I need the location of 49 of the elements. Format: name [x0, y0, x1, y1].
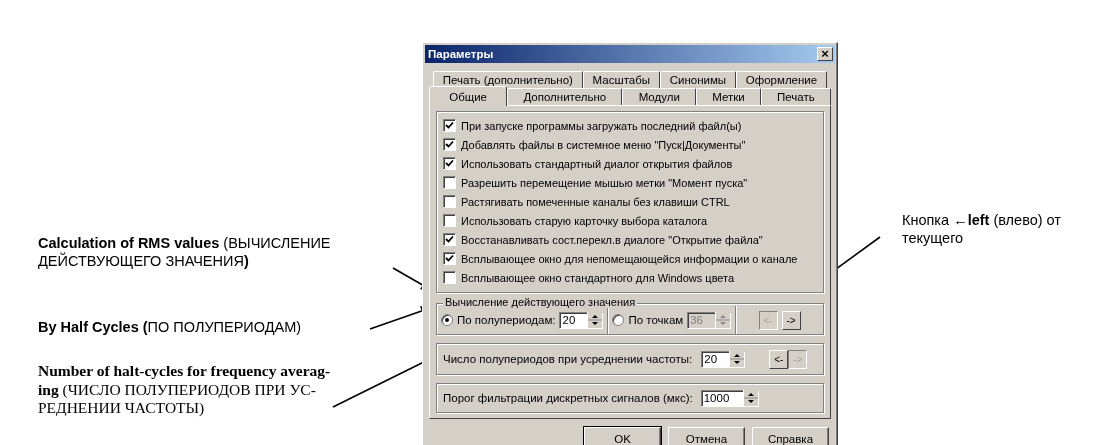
tab[interactable]: Дополнительно: [507, 88, 623, 105]
checkbox-label[interactable]: Растягивать помеченные каналы без клавиши CTRL: [461, 195, 730, 208]
checkbox-label[interactable]: Использовать стандартный диалог открытия файлов: [461, 157, 733, 170]
tab[interactable]: Модули: [622, 88, 697, 105]
checkbox-label[interactable]: Разрешить перемещение мышью метки "Момент пуска": [461, 176, 748, 189]
annotation-text: Кнопка ←left (влево) от текущего: [902, 211, 1062, 247]
tab[interactable]: Масштабы: [582, 71, 660, 88]
checkbox[interactable]: [443, 119, 456, 132]
dialog-button[interactable]: Справка: [752, 427, 829, 445]
field-label: Порог фильтрации дискретных сигналов (мкс):: [443, 392, 693, 404]
checkbox-label[interactable]: Всплывающее окно для непомещающейся информации о канале: [461, 252, 798, 265]
checkbox[interactable]: [443, 157, 456, 170]
checkbox[interactable]: [443, 233, 456, 246]
checkbox[interactable]: [443, 195, 456, 208]
dialog-button[interactable]: OK: [584, 427, 661, 445]
spin-arrows-icon[interactable]: [742, 390, 758, 406]
field-label: Число полупериодов при усреднении частоты:: [443, 353, 693, 365]
tab[interactable]: Метки: [696, 88, 761, 105]
checkbox-label[interactable]: Всплывающее окно стандартного для Windows цвета: [461, 271, 735, 284]
checkbox-label[interactable]: Добавлять файлы в системное меню "Пуск|Документы": [461, 138, 746, 151]
checkbox[interactable]: [443, 271, 456, 284]
spin-arrows-icon[interactable]: [729, 351, 745, 367]
checkbox-label[interactable]: При запуске программы загружать последний файл(ы): [461, 119, 742, 132]
radio-button[interactable]: [441, 314, 453, 326]
annotation-text: Number of halt-cycles for frequency averag-ing (ЧИСЛО ПОЛУПЕРИОДОВ ПРИ УС-РЕДНЕНИИ ЧАСТОТЫ): [38, 362, 332, 418]
spin-arrows-icon[interactable]: [587, 312, 603, 328]
close-button[interactable]: ×: [817, 47, 833, 61]
annotation-text: Calculation of RMS values (ВЫЧИСЛЕНИЕ ДЕЙСТВУЮЩЕГО ЗНАЧЕНИЯ): [38, 234, 332, 270]
dialog-button[interactable]: Отмена: [668, 427, 745, 445]
tab[interactable]: Синонимы: [659, 71, 736, 88]
checkbox[interactable]: [443, 176, 456, 189]
window-title: Параметры: [428, 48, 494, 60]
nav-button[interactable]: <-: [769, 349, 789, 369]
checkbox[interactable]: [443, 138, 456, 151]
group-title: Вычисление действующего значения: [443, 296, 638, 308]
checkbox-label[interactable]: Восстанавливать сост.перекл.в диалоге "Открытие файла": [461, 233, 763, 246]
nav-button[interactable]: ->: [781, 310, 801, 330]
checkbox[interactable]: [443, 252, 456, 265]
annotation-text: By Half Cycles (ПО ПОЛУПЕРИОДАМ): [38, 318, 302, 336]
checkbox[interactable]: [443, 214, 456, 227]
checkbox-label[interactable]: Использовать старую карточку выбора каталога: [461, 214, 708, 227]
radio-label[interactable]: По полупериодам:: [457, 314, 556, 326]
spin-field[interactable]: 20: [559, 311, 604, 329]
tab[interactable]: Оформление: [735, 71, 827, 88]
spin-field[interactable]: 1000: [700, 389, 759, 407]
tab[interactable]: Общие: [429, 86, 508, 106]
tab[interactable]: Печать (дополнительно): [433, 71, 583, 88]
tab[interactable]: Печать: [760, 88, 831, 105]
spin-field[interactable]: 20: [701, 350, 746, 368]
